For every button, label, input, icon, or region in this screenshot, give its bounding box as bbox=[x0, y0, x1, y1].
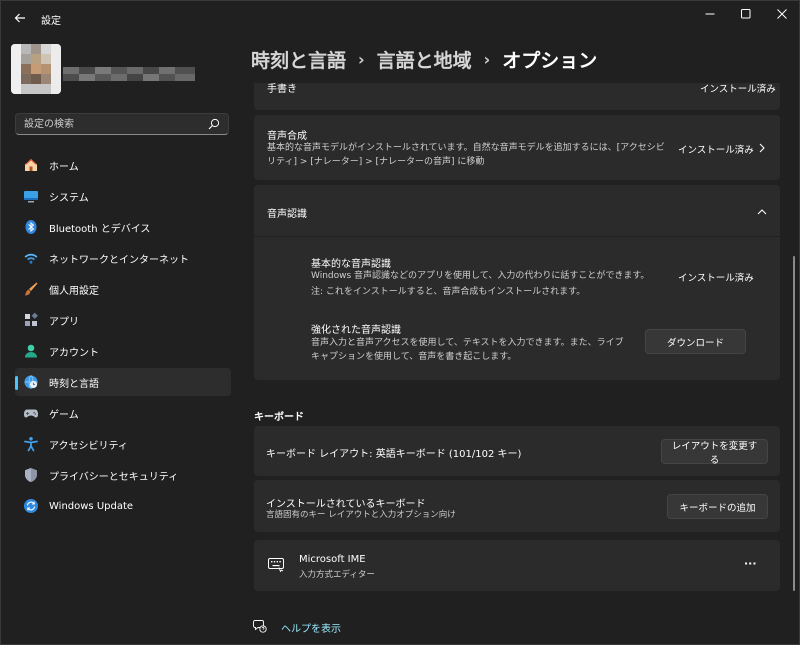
sidebar-item-gaming[interactable]: ゲーム bbox=[15, 399, 231, 427]
profile-name bbox=[63, 67, 195, 81]
sidebar-item-privacy[interactable]: プライバシーとセキュリティ bbox=[15, 461, 231, 489]
breadcrumb: 時刻と言語 › 言語と地域 › オプション bbox=[251, 45, 597, 73]
chevron-right-icon: › bbox=[483, 49, 491, 69]
search-input[interactable] bbox=[16, 114, 220, 134]
monitor-icon bbox=[23, 188, 39, 204]
sidebar-item-time-language[interactable]: 時刻と言語 bbox=[15, 368, 231, 396]
sidebar-item-label: ホーム bbox=[49, 161, 79, 173]
brush-icon bbox=[23, 281, 39, 297]
speech-recognition-header[interactable]: 音声認識 bbox=[254, 185, 780, 236]
apps-icon bbox=[23, 312, 39, 328]
keyboard-layout-card: キーボード レイアウト: 英語キーボード (101/102 キー) レイアウトを… bbox=[254, 426, 780, 476]
sidebar-item-accounts[interactable]: アカウント bbox=[15, 337, 231, 365]
add-keyboard-button[interactable]: キーボードの追加 bbox=[667, 494, 768, 519]
avatar[interactable] bbox=[11, 44, 61, 94]
shield-icon bbox=[23, 467, 39, 483]
speech-synthesis-status: インストール済み bbox=[678, 145, 754, 156]
chevron-right-icon: › bbox=[358, 49, 365, 69]
close-icon bbox=[777, 9, 787, 19]
minimize-icon bbox=[705, 13, 715, 15]
sidebar-item-bluetooth[interactable]: Bluetooth とデバイス bbox=[15, 213, 231, 241]
installed-keyboards-card: インストールされているキーボード 言語固有のキー レイアウトと入力オプション向け… bbox=[254, 480, 780, 532]
speech-recognition-title: 音声認識 bbox=[267, 209, 307, 220]
gamepad-icon bbox=[23, 405, 39, 421]
handwriting-card[interactable]: 手書き インストール済み bbox=[254, 83, 780, 110]
speech-synthesis-title: 音声合成 bbox=[267, 131, 307, 142]
app-title: 設定 bbox=[41, 16, 61, 27]
change-layout-button[interactable]: レイアウトを変更する bbox=[661, 439, 768, 466]
microsoft-ime-desc: 入力方式エディター bbox=[299, 570, 375, 580]
sidebar-item-label: アプリ bbox=[49, 316, 79, 328]
sidebar-item-home[interactable]: ホーム bbox=[15, 151, 231, 179]
sidebar-item-system[interactable]: システム bbox=[15, 182, 231, 210]
enhanced-recognition-desc-2: キャプションを使用して、音声を書き起こします。 bbox=[311, 352, 517, 362]
sidebar-item-label: Windows Update bbox=[49, 500, 134, 512]
back-button[interactable] bbox=[9, 8, 31, 28]
breadcrumb-language-region[interactable]: 言語と地域 bbox=[377, 46, 472, 73]
basic-recognition-desc-1: Windows 音声認識などのアプリを使用して、入力の代わりに話すことができます… bbox=[311, 271, 650, 281]
enhanced-recognition-desc-1: 音声入力と音声アクセスを使用して、テキストを入力できます。また、ライブ bbox=[311, 338, 624, 348]
title-bar: 設定 bbox=[1, 1, 799, 35]
speech-synthesis-card[interactable]: 音声合成 基本的な音声モデルがインストールされています。自然な音声モデルを追加す… bbox=[254, 115, 780, 180]
basic-recognition-status: インストール済み bbox=[678, 273, 754, 284]
chevron-up-icon[interactable] bbox=[757, 207, 767, 217]
scrollbar[interactable] bbox=[793, 256, 795, 591]
breadcrumb-time-language[interactable]: 時刻と言語 bbox=[251, 46, 346, 73]
close-button[interactable] bbox=[765, 3, 799, 25]
enhanced-recognition-title: 強化された音声認識 bbox=[311, 325, 401, 336]
keyboard-layout-title: キーボード レイアウト: 英語キーボード (101/102 キー) bbox=[266, 449, 522, 460]
microsoft-ime-card[interactable]: Microsoft IME 入力方式エディター ··· bbox=[254, 540, 780, 591]
sidebar-item-windows-update[interactable]: Windows Update bbox=[15, 492, 231, 520]
more-options-button[interactable]: ··· bbox=[744, 557, 757, 570]
search-icon[interactable] bbox=[208, 118, 220, 130]
speech-recognition-body: 基本的な音声認識 Windows 音声認識などのアプリを使用して、入力の代わりに… bbox=[254, 237, 780, 380]
sidebar-item-label: アカウント bbox=[49, 347, 99, 359]
sidebar-item-network[interactable]: ネットワークとインターネット bbox=[15, 244, 231, 272]
sidebar-item-label: ゲーム bbox=[49, 409, 79, 421]
basic-recognition-title: 基本的な音声認識 bbox=[311, 259, 391, 270]
sidebar-item-label: システム bbox=[49, 192, 89, 204]
help-icon bbox=[253, 620, 267, 633]
maximize-button[interactable] bbox=[729, 3, 763, 25]
keyboard-section-title: キーボード bbox=[254, 412, 304, 423]
sidebar-item-accessibility[interactable]: アクセシビリティ bbox=[15, 430, 231, 458]
settings-window: 設定 設定の検索 ホーム システム Bluetooth とデバイス ネットワーク… bbox=[0, 0, 800, 645]
options-content: 手書き インストール済み 音声合成 基本的な音声モデルがインストールされています… bbox=[254, 83, 780, 644]
sync-icon bbox=[23, 498, 39, 514]
handwriting-status: インストール済み bbox=[700, 84, 776, 95]
sidebar-item-label: アクセシビリティ bbox=[49, 440, 128, 452]
installed-keyboards-desc: 言語固有のキー レイアウトと入力オプション向け bbox=[266, 510, 456, 520]
help-link[interactable]: ヘルプを表示 bbox=[281, 620, 341, 635]
sidebar-item-label: 時刻と言語 bbox=[49, 378, 99, 390]
home-icon bbox=[23, 157, 39, 173]
sidebar-item-personalization[interactable]: 個人用設定 bbox=[15, 275, 231, 303]
bluetooth-icon bbox=[23, 219, 39, 235]
chevron-right-icon bbox=[759, 143, 765, 153]
page-title: オプション bbox=[502, 49, 598, 72]
keyboard-icon bbox=[268, 558, 284, 572]
globe-clock-icon bbox=[23, 374, 39, 390]
speech-synthesis-desc-1: 基本的な音声モデルがインストールされています。自然な音声モデルを追加するには、[… bbox=[267, 143, 665, 153]
basic-recognition-desc-2: 注: これをインストールすると、音声合成もインストールされます。 bbox=[311, 287, 586, 297]
search-box bbox=[15, 113, 229, 135]
maximize-icon bbox=[741, 9, 751, 19]
sidebar-item-label: プライバシーとセキュリティ bbox=[49, 471, 179, 483]
sidebar-nav: ホーム システム Bluetooth とデバイス ネットワークとインターネット … bbox=[15, 151, 231, 523]
wifi-icon bbox=[23, 250, 39, 266]
accessibility-icon bbox=[23, 436, 39, 452]
download-button[interactable]: ダウンロード bbox=[645, 329, 746, 354]
sidebar-item-apps[interactable]: アプリ bbox=[15, 306, 231, 334]
person-icon bbox=[23, 343, 39, 359]
microsoft-ime-title: Microsoft IME bbox=[299, 554, 366, 565]
sidebar-item-label: Bluetooth とデバイス bbox=[49, 223, 151, 235]
minimize-button[interactable] bbox=[693, 3, 727, 25]
sidebar-item-label: ネットワークとインターネット bbox=[49, 254, 189, 266]
arrow-left-icon bbox=[14, 13, 25, 23]
handwriting-title: 手書き bbox=[267, 84, 297, 95]
sidebar-item-label: 個人用設定 bbox=[49, 285, 99, 297]
speech-synthesis-desc-2: リティ] > [ナレーター] > [ナレーターの音声] に移動 bbox=[267, 157, 485, 167]
